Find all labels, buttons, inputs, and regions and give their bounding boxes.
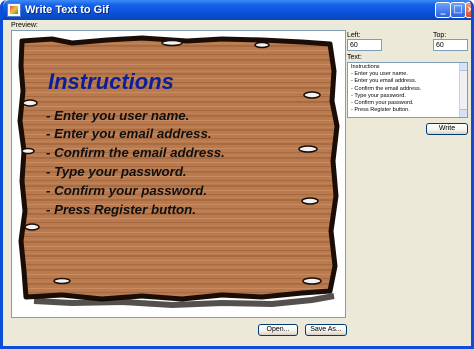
text-input-line: - Press Register button. [351, 107, 410, 114]
preview-line: - Type your password. [46, 164, 187, 179]
open-button[interactable]: Open... [258, 324, 298, 336]
write-button[interactable]: Write [426, 123, 468, 135]
preview-image: Instructions - Enter you user name. - En… [12, 31, 345, 317]
text-input-line: - Confirm the email address. [351, 85, 422, 92]
text-input-line: Instructions [351, 64, 380, 70]
preview-panel: Instructions - Enter you user name. - En… [11, 30, 346, 318]
scroll-down-arrow-icon[interactable] [460, 109, 467, 117]
preview-line: - Press Register button. [46, 202, 196, 217]
top-input[interactable] [433, 39, 468, 51]
left-input[interactable] [347, 39, 382, 51]
text-input-line: - Confirm your password. [351, 100, 414, 107]
maximize-icon[interactable]: □ [450, 2, 466, 18]
title-bar[interactable]: Write Text to Gif _ □ × [3, 0, 471, 20]
text-input-line: - Enter you user name. [351, 71, 408, 78]
text-scrollbar[interactable] [459, 63, 467, 117]
text-label: Text: [347, 54, 362, 61]
app-icon [7, 3, 21, 17]
main-window: Write Text to Gif _ □ × Preview: Instruc… [0, 0, 474, 349]
preview-line: - Confirm the email address. [46, 145, 225, 160]
preview-label: Preview: [11, 22, 38, 29]
preview-line: - Enter you user name. [46, 108, 190, 123]
scroll-up-arrow-icon[interactable] [460, 63, 467, 71]
minimize-icon[interactable]: _ [435, 2, 451, 18]
close-icon[interactable]: × [465, 2, 471, 18]
text-input-line: - Enter you email address. [351, 78, 417, 85]
preview-line: - Enter you email address. [46, 126, 212, 141]
preview-line: - Confirm your password. [46, 183, 208, 198]
save-as-button[interactable]: Save As... [305, 324, 347, 336]
text-input[interactable]: Instructions - Enter you user name. - En… [347, 62, 468, 118]
preview-title: Instructions [48, 69, 174, 94]
text-input-line: - Type your password. [351, 92, 406, 99]
window-title: Write Text to Gif [25, 4, 109, 16]
